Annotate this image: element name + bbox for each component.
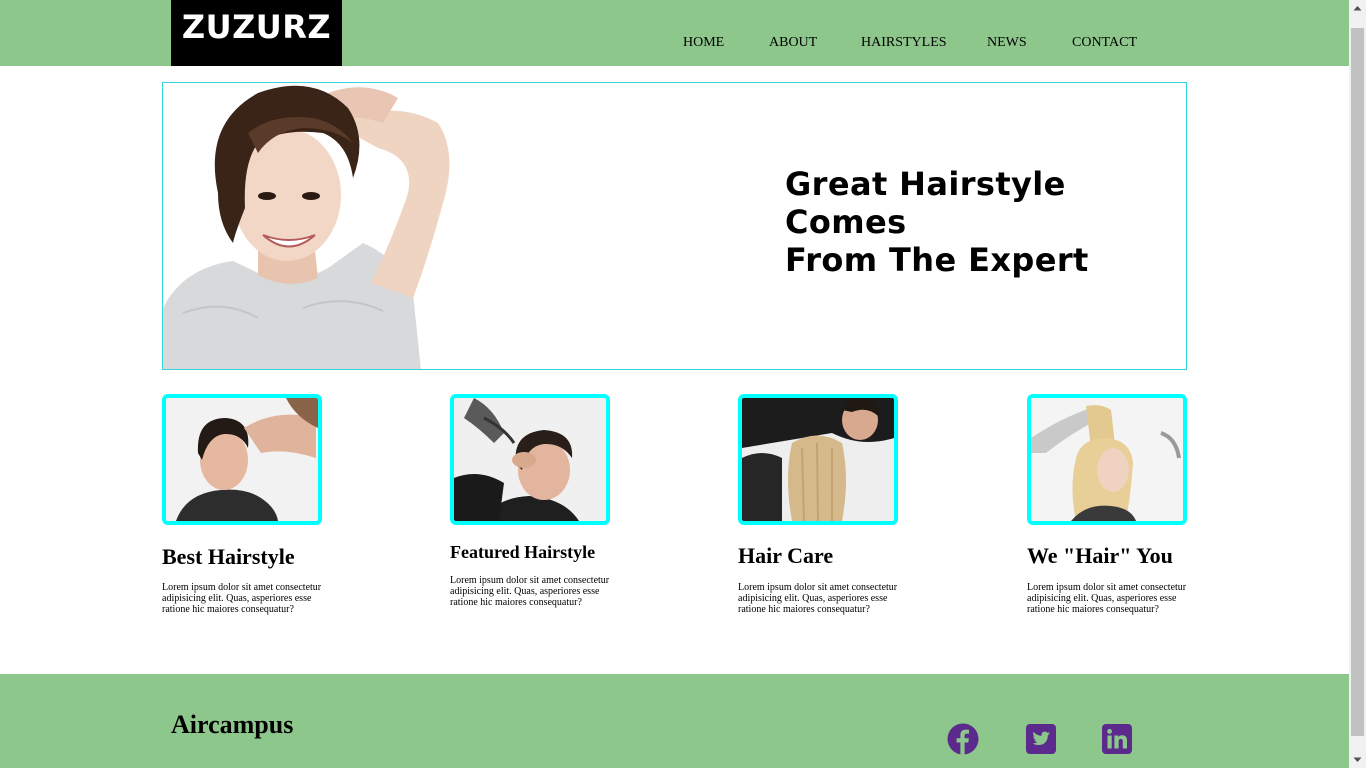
hero-title-line2: From The Expert [785,241,1089,279]
linkedin-icon[interactable] [1101,723,1133,755]
card-text: Lorem ipsum dolor sit amet consectetur a… [738,582,898,615]
card-title: Hair Care [738,543,834,568]
card-text: Lorem ipsum dolor sit amet consectetur a… [450,575,610,608]
card-image[interactable] [1027,394,1187,525]
nav-contact[interactable]: CONTACT [1072,35,1137,51]
card-image[interactable] [162,394,322,525]
facebook-icon[interactable] [947,723,979,755]
scrollbar-thumb[interactable] [1351,28,1364,736]
card-title: Featured Hairstyle [450,542,596,562]
nav-about[interactable]: ABOUT [769,35,817,51]
twitter-icon[interactable] [1025,723,1057,755]
site-header: ZUZURZ HOME ABOUT HAIRSTYLES NEWS CONTAC… [0,0,1349,66]
site-footer: Aircampus [0,674,1349,768]
card-text: Lorem ipsum dolor sit amet consectetur a… [162,582,322,615]
nav-hairstyles[interactable]: HAIRSTYLES [861,35,947,51]
site-logo[interactable]: ZUZURZ [171,0,342,66]
hero-title-line1: Great Hairstyle Comes [785,165,1066,241]
scroll-down-arrow-icon[interactable] [1349,751,1366,768]
page: ZUZURZ HOME ABOUT HAIRSTYLES NEWS CONTAC… [0,0,1349,768]
card-title: Best Hairstyle [162,544,295,569]
hero-banner: Great Hairstyle Comes From The Expert [162,82,1187,370]
nav-home[interactable]: HOME [683,35,724,51]
vertical-scrollbar[interactable] [1349,0,1366,768]
nav-news[interactable]: NEWS [987,35,1027,51]
hero-model-image [163,85,450,369]
card-image[interactable] [450,394,610,525]
footer-brand: Aircampus [171,710,294,739]
scroll-up-arrow-icon[interactable] [1349,0,1366,17]
card-title: We "Hair" You [1027,543,1173,568]
card-text: Lorem ipsum dolor sit amet consectetur a… [1027,582,1187,615]
hero-title: Great Hairstyle Comes From The Expert [785,165,1185,279]
card-image[interactable] [738,394,898,525]
